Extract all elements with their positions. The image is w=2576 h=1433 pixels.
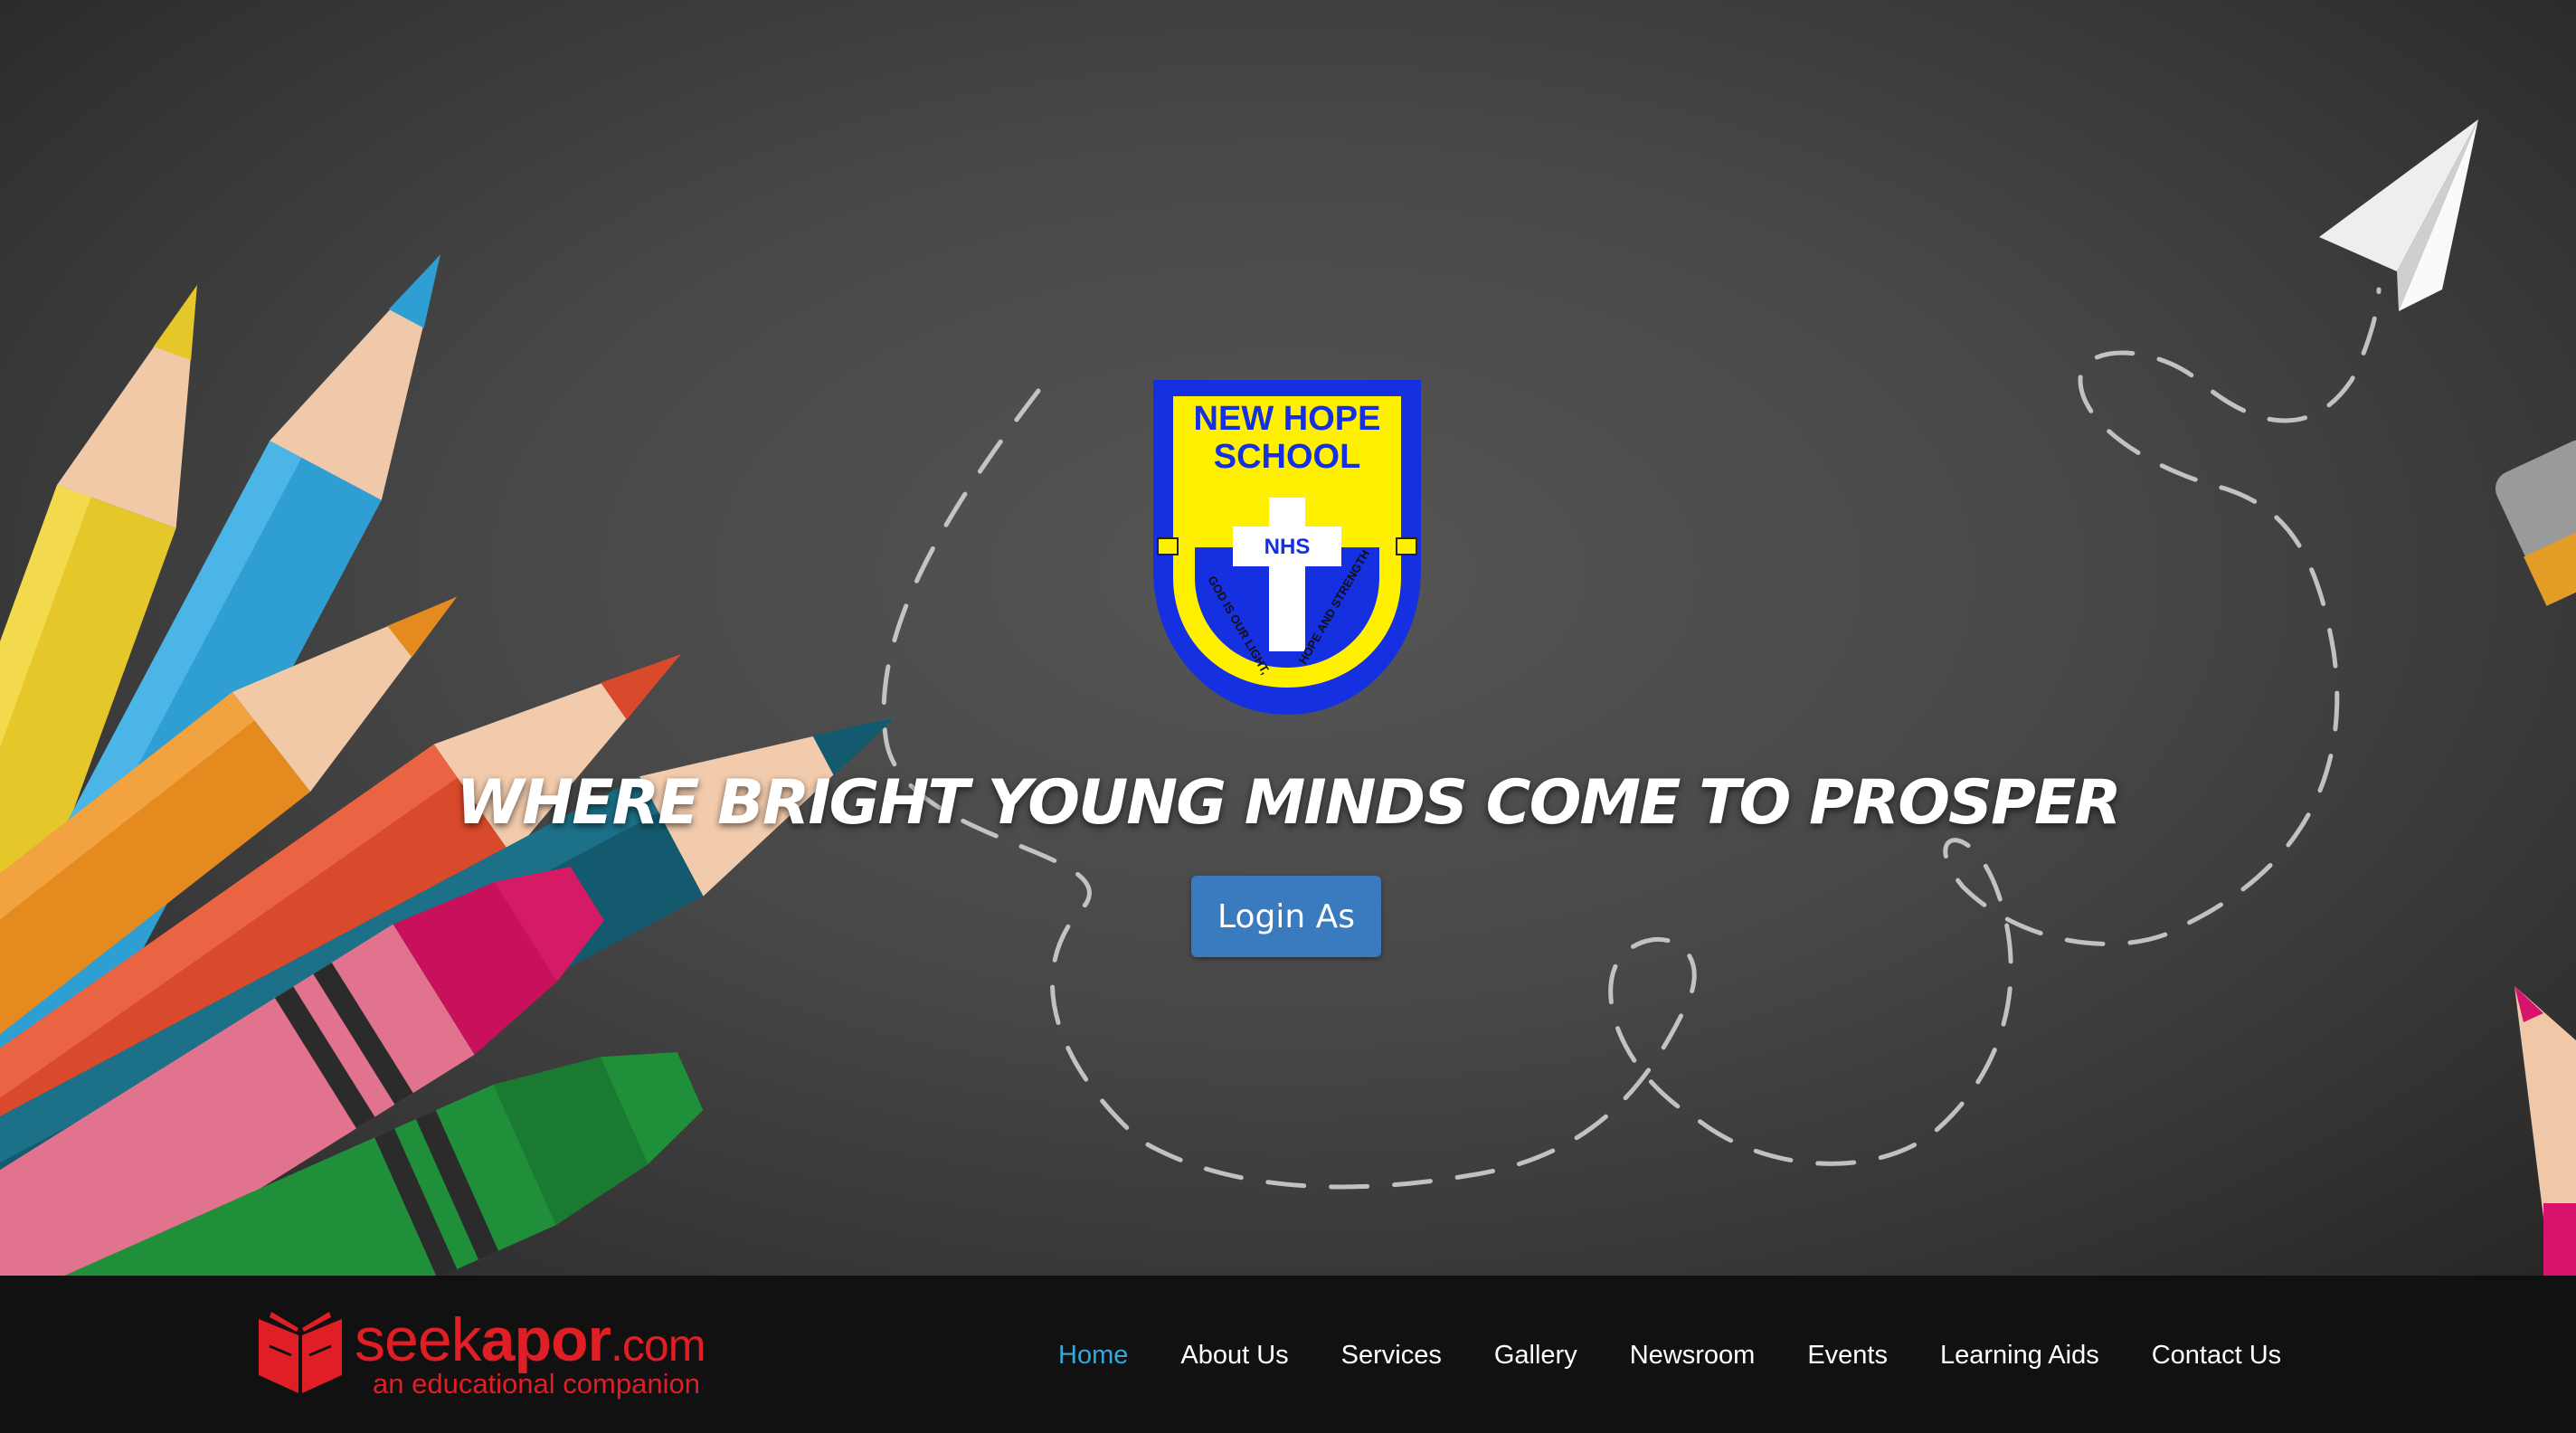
right-pencil-icon [2514,986,2576,1276]
brand-name-bold: apor [480,1305,611,1374]
crest-title-line2: SCHOOL [1214,438,1361,476]
nav-item-about-us[interactable]: About Us [1180,1341,1288,1371]
main-nav-menu: Home About Us Services Gallery Newsroom … [1058,1341,2334,1371]
crest-cross-text: NHS [1264,535,1311,559]
brand-name-light: seek [355,1305,482,1374]
brand-name: seekapor.com [355,1305,706,1375]
nav-item-gallery[interactable]: Gallery [1494,1341,1577,1371]
brand-subtitle: an educational companion [373,1368,700,1400]
brand-logo[interactable]: seekapor.com an educational companion [253,1303,724,1411]
hero-tagline: WHERE BRIGHT YOUNG MINDS COME TO PROSPER [456,767,2121,839]
nav-item-home[interactable]: Home [1058,1341,1128,1371]
pencils-cluster [0,254,895,1276]
nav-item-learning-aids[interactable]: Learning Aids [1940,1341,2099,1371]
paper-plane-icon [2319,119,2478,311]
school-crest-logo: NEW HOPE SCHOOL NHS GOD IS OUR LIGHT, HO… [1153,380,1421,715]
nav-item-newsroom[interactable]: Newsroom [1630,1341,1756,1371]
eraser-icon [2495,440,2576,606]
nav-item-contact-us[interactable]: Contact Us [2152,1341,2281,1371]
login-as-button[interactable]: Login As [1191,876,1381,957]
open-book-icon [259,1312,342,1393]
brand-name-suffix: .com [611,1320,706,1371]
hero-banner: NEW HOPE SCHOOL NHS GOD IS OUR LIGHT, HO… [0,0,2576,1276]
crest-title-line1: NEW HOPE [1194,400,1381,438]
nav-item-services[interactable]: Services [1341,1341,1442,1371]
nav-item-events[interactable]: Events [1807,1341,1888,1371]
